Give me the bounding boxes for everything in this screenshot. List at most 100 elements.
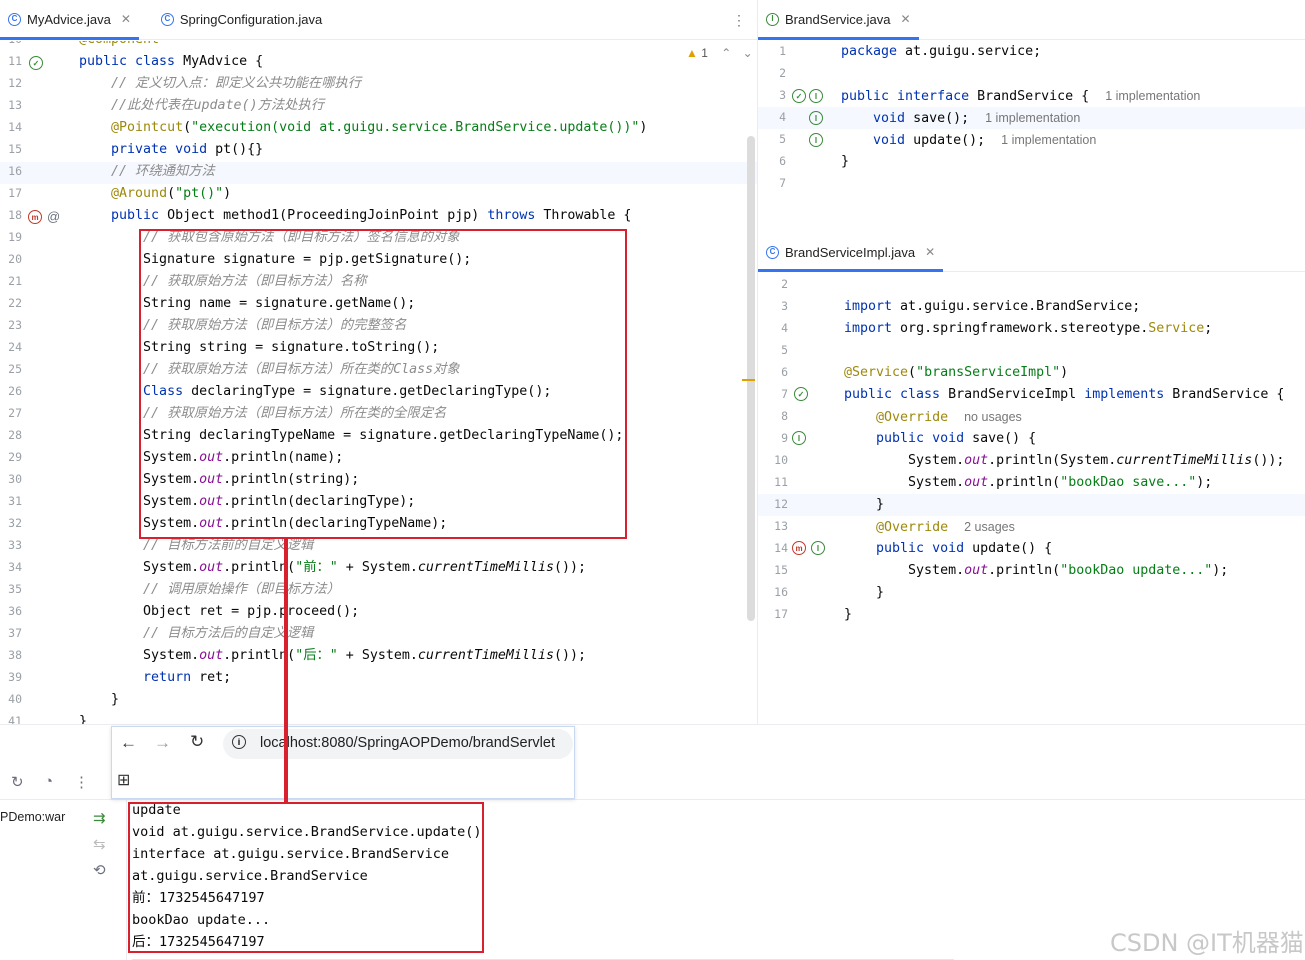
advice-icon[interactable]: m xyxy=(28,210,42,224)
code-line[interactable]: System.out.println("前：" + System.current… xyxy=(79,557,586,579)
implementing-icon[interactable]: I xyxy=(792,431,806,445)
deploy-icon[interactable]: ⇉ xyxy=(93,809,106,827)
implementing-icon[interactable]: I xyxy=(811,541,825,555)
line-number: 29 xyxy=(8,450,22,464)
implemented-icon[interactable]: I xyxy=(809,89,823,103)
right-bottom-editor[interactable]: 2 3 import at.guigu.service.BrandService; 4… xyxy=(758,273,1305,724)
code-line[interactable]: @Override no usages xyxy=(844,406,1022,428)
more-tabs-icon[interactable]: ⋮ xyxy=(732,12,746,29)
java-class-icon: C xyxy=(8,12,21,26)
line-number: 12 xyxy=(774,497,788,511)
code-line[interactable]: void save(); 1 implementation xyxy=(841,107,1080,129)
code-line[interactable]: } xyxy=(79,689,119,711)
code-line[interactable]: public void update() { xyxy=(844,538,1052,560)
code-line[interactable]: @Service("bransServiceImpl") xyxy=(844,362,1068,384)
refresh-icon[interactable]: ⟲ xyxy=(93,861,106,879)
code-line[interactable]: // 目标方法后的自定义逻辑 xyxy=(79,623,313,645)
code-line[interactable]: public class BrandServiceImpl implements… xyxy=(844,384,1284,406)
line-number: 15 xyxy=(8,142,22,156)
chevron-up-icon[interactable]: ⌃ xyxy=(721,46,731,60)
console-divider xyxy=(126,800,127,960)
bean-icon[interactable]: ✓ xyxy=(794,387,808,401)
interface-icon: I xyxy=(766,12,779,26)
advised-icon[interactable]: m xyxy=(792,541,806,555)
line-number: 20 xyxy=(8,252,22,266)
code-line[interactable]: public interface BrandService { 1 implem… xyxy=(841,85,1200,107)
line-number: 34 xyxy=(8,560,22,574)
more-icon[interactable]: ⋮ xyxy=(74,773,89,791)
code-line[interactable]: @Override 2 usages xyxy=(844,516,1015,538)
code-line[interactable]: // 环绕通知方法 xyxy=(79,161,215,183)
code-line[interactable]: System.out.println("bookDao save..."); xyxy=(844,472,1212,494)
line-number: 6 xyxy=(779,154,786,168)
code-line[interactable]: System.out.println("bookDao update..."); xyxy=(844,560,1228,582)
line-number: 26 xyxy=(8,384,22,398)
code-line[interactable]: } xyxy=(844,494,884,516)
line-number: 37 xyxy=(8,626,22,640)
tab-brandservice[interactable]: I BrandService.java ✕ xyxy=(758,0,919,40)
line-number: 5 xyxy=(779,132,786,146)
code-line[interactable]: import at.guigu.service.BrandService; xyxy=(844,296,1140,318)
run-config-label[interactable]: PDemo:war xyxy=(0,810,65,824)
line-number: 21 xyxy=(8,274,22,288)
tab-myadvice[interactable]: C MyAdvice.java ✕ xyxy=(0,0,139,40)
code-line[interactable]: } xyxy=(844,582,884,604)
implemented-icon[interactable]: I xyxy=(809,133,823,147)
code-line[interactable]: @Component xyxy=(79,41,159,51)
apps-icon[interactable]: ⊞ xyxy=(117,770,130,790)
left-editor[interactable]: 10@Component11public class MyAdvice {12 … xyxy=(0,41,757,724)
code-line[interactable]: public void save() { xyxy=(844,428,1036,450)
tab-label: SpringConfiguration.java xyxy=(179,11,323,27)
close-icon[interactable]: ✕ xyxy=(901,12,911,26)
code-line[interactable]: import org.springframework.stereotype.Se… xyxy=(844,318,1212,340)
close-icon[interactable]: ✕ xyxy=(121,12,131,26)
bean-icon[interactable]: ✓ xyxy=(29,56,43,70)
code-line[interactable]: private void pt(){} xyxy=(79,139,263,161)
reload-icon[interactable]: ↻ xyxy=(190,732,204,752)
at-icon[interactable]: @ xyxy=(47,209,60,224)
code-line[interactable]: @Around("pt()") xyxy=(79,183,231,205)
code-line[interactable]: } xyxy=(844,604,852,626)
chevron-down-icon[interactable]: ⌄ xyxy=(743,46,753,60)
code-line[interactable]: //此处代表在update()方法处执行 xyxy=(79,95,324,117)
code-line[interactable]: System.out.println(System.currentTimeMil… xyxy=(844,450,1284,472)
profiler-icon[interactable]: ◔ xyxy=(44,773,53,790)
code-line[interactable]: return ret; xyxy=(79,667,231,689)
rerun-icon[interactable]: ↻ xyxy=(11,773,24,791)
bean-icon[interactable]: ✓ xyxy=(792,89,806,103)
forward-icon[interactable]: → xyxy=(154,733,171,753)
tab-brandserviceimpl[interactable]: C BrandServiceImpl.java ✕ xyxy=(758,233,944,272)
url-text[interactable]: localhost:8080/SpringAOPDemo/brandServle… xyxy=(260,735,555,751)
code-line[interactable]: System.out.println("后：" + System.current… xyxy=(79,645,586,667)
tab-label: BrandServiceImpl.java xyxy=(785,244,916,260)
code-line[interactable]: @Pointcut("execution(void at.guigu.servi… xyxy=(79,117,647,139)
line-number: 36 xyxy=(8,604,22,618)
info-icon[interactable]: i xyxy=(232,735,246,749)
undeploy-icon[interactable]: ⇆ xyxy=(93,835,106,853)
console-highlight-box xyxy=(128,802,484,953)
code-line[interactable]: } xyxy=(841,151,849,173)
code-line[interactable]: public class MyAdvice { xyxy=(79,51,263,73)
code-line[interactable]: public Object method1(ProceedingJoinPoin… xyxy=(79,205,631,227)
line-number: 17 xyxy=(774,607,788,621)
implemented-icon[interactable]: I xyxy=(809,111,823,125)
address-bar[interactable]: i localhost:8080/SpringAOPDemo/brandServ… xyxy=(223,729,573,759)
line-number: 40 xyxy=(8,692,22,706)
right-top-editor[interactable]: 1 package at.guigu.service; 2 3 public inter… xyxy=(758,41,1305,236)
code-line[interactable]: void update(); 1 implementation xyxy=(841,129,1096,151)
code-line[interactable]: } xyxy=(79,711,87,724)
warning-indicator[interactable]: ▲ 1 ⌃ ⌄ xyxy=(686,46,753,60)
tab-springconfiguration[interactable]: C SpringConfiguration.java xyxy=(153,0,330,39)
code-line[interactable]: // 调用原始操作（即目标方法） xyxy=(79,579,340,601)
code-line[interactable]: // 定义切入点：即定义公共功能在哪执行 xyxy=(79,73,361,95)
back-icon[interactable]: ← xyxy=(120,733,137,753)
line-number: 7 xyxy=(779,176,786,190)
line-number: 16 xyxy=(8,164,22,178)
code-line[interactable]: Object ret = pjp.proceed(); xyxy=(79,601,359,623)
watermark: CSDN @IT机器猫 xyxy=(1110,929,1304,957)
line-number: 39 xyxy=(8,670,22,684)
code-line[interactable]: package at.guigu.service; xyxy=(841,41,1041,63)
line-number: 4 xyxy=(781,321,788,335)
line-number: 31 xyxy=(8,494,22,508)
close-icon[interactable]: ✕ xyxy=(925,245,935,259)
